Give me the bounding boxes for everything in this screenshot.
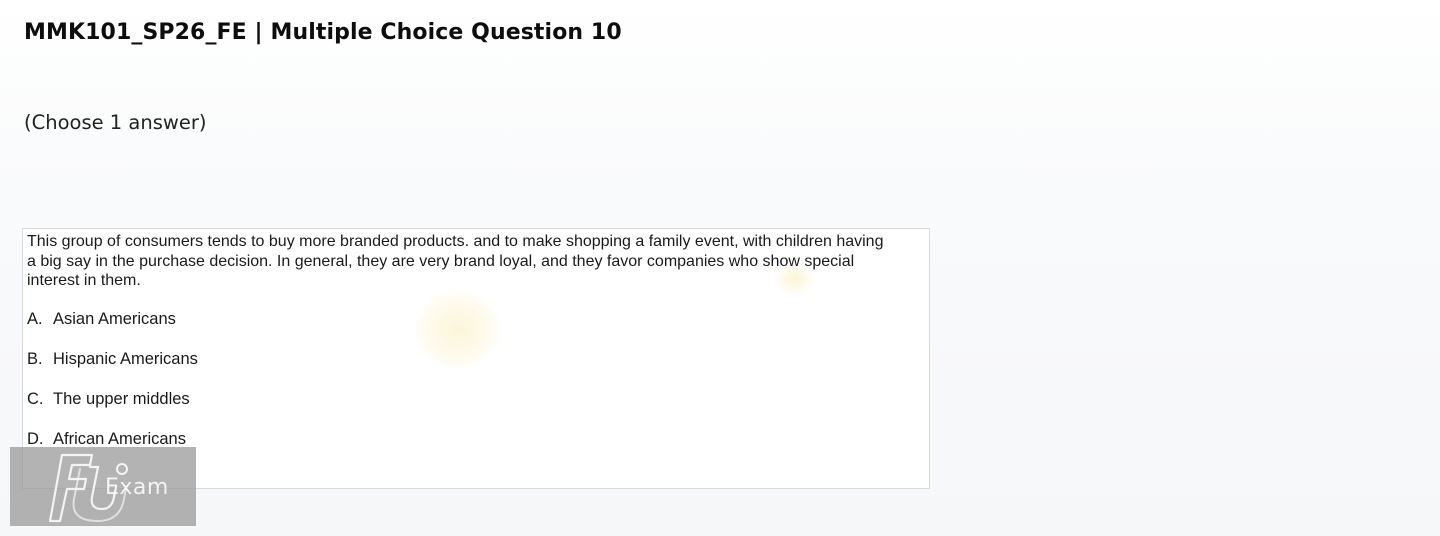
option-letter: A. — [27, 310, 43, 328]
option-letter: C. — [27, 390, 44, 408]
page-title: MMK101_SP26_FE | Multiple Choice Questio… — [24, 20, 622, 45]
exam-label: Exam — [105, 475, 169, 500]
option-text: Hispanic Americans — [53, 350, 198, 368]
option-a[interactable]: A. Asian Americans — [27, 309, 198, 349]
option-text: African Americans — [53, 430, 186, 448]
option-c[interactable]: C. The upper middles — [27, 389, 198, 429]
option-b[interactable]: B. Hispanic Americans — [27, 349, 198, 389]
option-letter: D. — [27, 430, 44, 448]
answer-instruction: (Choose 1 answer) — [24, 111, 207, 134]
fu-exam-watermark: Exam — [10, 447, 196, 526]
option-text: Asian Americans — [53, 310, 176, 328]
question-text: This group of consumers tends to buy mor… — [27, 233, 884, 289]
smudge-decoration — [415, 291, 501, 369]
option-letter: B. — [27, 350, 43, 368]
option-text: The upper middles — [53, 390, 190, 408]
answer-options: A. Asian Americans B. Hispanic Americans C… — [27, 309, 198, 469]
